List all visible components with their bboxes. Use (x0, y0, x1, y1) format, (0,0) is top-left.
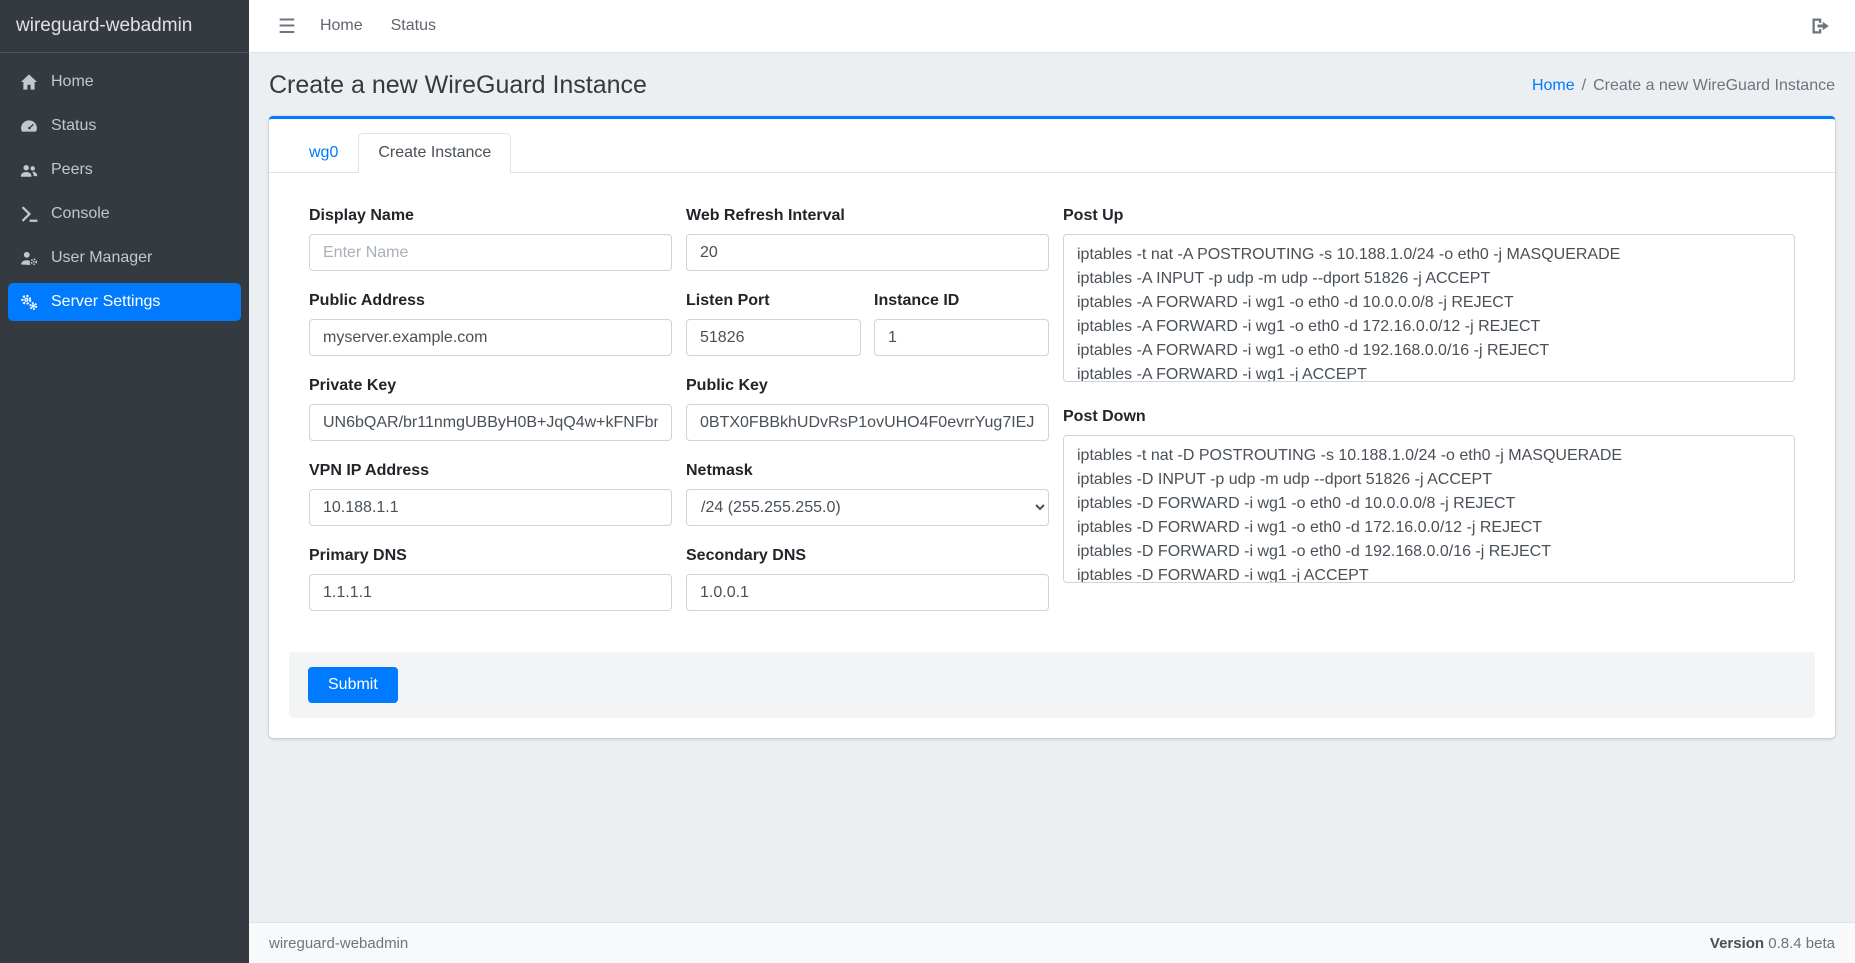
breadcrumb-home-link[interactable]: Home (1532, 77, 1575, 94)
public-address-label: Public Address (309, 292, 672, 310)
instance-id-input[interactable] (874, 319, 1049, 356)
page-title: Create a new WireGuard Instance (269, 71, 647, 100)
submit-button[interactable]: Submit (308, 667, 398, 703)
sidebar-item-label: User Manager (51, 249, 152, 267)
sidebar: wireguard-webadmin Home Status Peers Con… (0, 0, 249, 963)
sidebar-item-home[interactable]: Home (8, 63, 241, 101)
primary-dns-input[interactable] (309, 574, 672, 611)
topnav-link-home[interactable]: Home (306, 17, 377, 35)
instance-card: wg0 Create Instance Display Name Public … (269, 116, 1835, 738)
private-key-input[interactable] (309, 404, 672, 441)
top-navbar: ☰ Home Status (249, 0, 1855, 53)
instance-tabs: wg0 Create Instance (269, 119, 1835, 173)
content-wrapper: Create a new WireGuard Instance Home / Cre… (249, 53, 1855, 922)
secondary-dns-input[interactable] (686, 574, 1049, 611)
logout-button[interactable] (1804, 12, 1836, 40)
sidebar-item-label: Server Settings (51, 293, 160, 311)
footer-version-value: 0.8.4 beta (1768, 935, 1835, 952)
main-area: ☰ Home Status Create a new WireGuard Ins… (249, 0, 1855, 963)
user-gear-icon (18, 249, 40, 267)
sidebar-item-label: Console (51, 205, 110, 223)
secondary-dns-label: Secondary DNS (686, 547, 1049, 565)
terminal-icon (18, 205, 40, 223)
sidebar-brand[interactable]: wireguard-webadmin (0, 0, 249, 53)
public-key-input[interactable] (686, 404, 1049, 441)
tab-create-instance[interactable]: Create Instance (358, 133, 511, 173)
post-down-textarea[interactable]: iptables -t nat -D POSTROUTING -s 10.188… (1063, 435, 1795, 583)
vpn-ip-label: VPN IP Address (309, 462, 672, 480)
private-key-label: Private Key (309, 377, 672, 395)
display-name-input[interactable] (309, 234, 672, 271)
post-up-label: Post Up (1063, 207, 1795, 225)
listen-port-input[interactable] (686, 319, 861, 356)
breadcrumb-current: Create a new WireGuard Instance (1593, 77, 1835, 94)
footer-brand-text: wireguard-webadmin (269, 935, 408, 952)
sidebar-item-label: Peers (51, 161, 93, 179)
content-header: Create a new WireGuard Instance Home / Cre… (249, 53, 1855, 114)
post-down-label: Post Down (1063, 408, 1795, 426)
tab-wg0[interactable]: wg0 (289, 133, 358, 173)
sidebar-item-label: Status (51, 117, 96, 135)
sidebar-item-status[interactable]: Status (8, 107, 241, 145)
footer-version-label: Version (1710, 935, 1764, 952)
public-address-input[interactable] (309, 319, 672, 356)
home-icon (18, 73, 40, 91)
topnav-link-status[interactable]: Status (377, 17, 450, 35)
hamburger-menu-icon[interactable]: ☰ (268, 10, 306, 43)
primary-dns-label: Primary DNS (309, 547, 672, 565)
post-up-textarea[interactable]: iptables -t nat -A POSTROUTING -s 10.188… (1063, 234, 1795, 382)
sidebar-item-label: Home (51, 73, 94, 91)
public-key-label: Public Key (686, 377, 1049, 395)
footer-version: Version 0.8.4 beta (1710, 935, 1835, 952)
vpn-ip-input[interactable] (309, 489, 672, 526)
breadcrumb: Home / Create a new WireGuard Instance (1532, 77, 1835, 95)
sign-out-icon (1810, 16, 1830, 36)
page-footer: wireguard-webadmin Version 0.8.4 beta (249, 922, 1855, 963)
sidebar-item-peers[interactable]: Peers (8, 151, 241, 189)
breadcrumb-separator: / (1582, 77, 1586, 94)
form-column-middle: Web Refresh Interval Listen Port Instanc… (686, 207, 1049, 632)
display-name-label: Display Name (309, 207, 672, 225)
listen-port-label: Listen Port (686, 292, 861, 310)
web-refresh-interval-label: Web Refresh Interval (686, 207, 1049, 225)
netmask-select[interactable]: /24 (255.255.255.0) (686, 489, 1049, 526)
sidebar-item-user-manager[interactable]: User Manager (8, 239, 241, 277)
netmask-label: Netmask (686, 462, 1049, 480)
sidebar-menu: Home Status Peers Console (0, 53, 249, 321)
sidebar-item-console[interactable]: Console (8, 195, 241, 233)
instance-id-label: Instance ID (874, 292, 1049, 310)
web-refresh-interval-input[interactable] (686, 234, 1049, 271)
form-footer: Submit (289, 652, 1815, 718)
form-column-right: Post Up iptables -t nat -A POSTROUTING -… (1063, 207, 1795, 632)
sidebar-item-server-settings[interactable]: Server Settings (8, 283, 241, 321)
users-icon (18, 161, 40, 179)
gauge-icon (18, 117, 40, 135)
create-instance-form: Display Name Public Address Private Key (269, 173, 1835, 738)
form-column-left: Display Name Public Address Private Key (309, 207, 672, 632)
gears-icon (18, 293, 40, 311)
